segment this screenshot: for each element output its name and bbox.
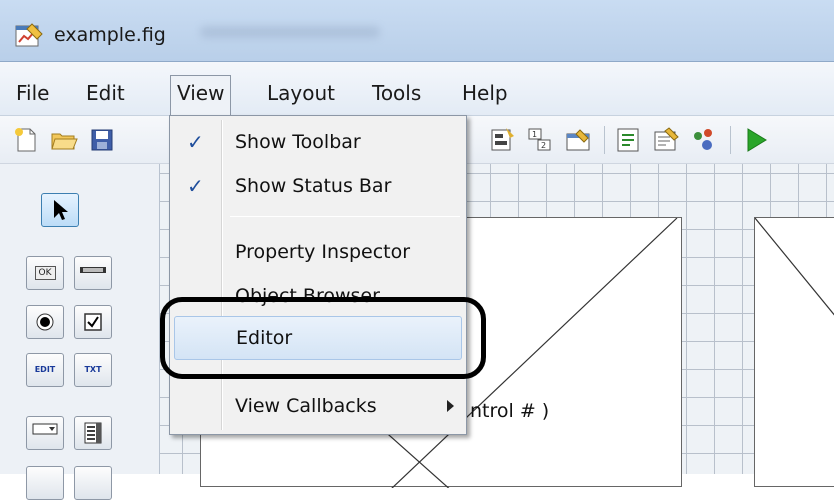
axes-tool[interactable] bbox=[74, 466, 112, 500]
popup-menu-icon bbox=[32, 423, 58, 435]
menu-help[interactable]: Help bbox=[456, 76, 514, 110]
open-folder-icon[interactable] bbox=[50, 126, 78, 154]
svg-text:2: 2 bbox=[541, 141, 546, 150]
menu-item-label: Property Inspector bbox=[235, 241, 411, 263]
save-icon[interactable] bbox=[88, 126, 116, 154]
window-title: example.fig bbox=[54, 24, 166, 46]
checkbox-icon bbox=[84, 313, 102, 331]
canvas-panel-right[interactable] bbox=[754, 217, 834, 487]
table-tool[interactable] bbox=[26, 466, 64, 500]
select-arrow-tool[interactable] bbox=[41, 193, 79, 227]
menu-item-show-toolbar[interactable]: ✓ Show Toolbar bbox=[174, 124, 462, 162]
edit-text-tool-label: EDIT bbox=[34, 365, 56, 374]
canvas-label-text: ntrol # ) bbox=[470, 400, 550, 422]
menu-item-property-inspector[interactable]: Property Inspector bbox=[174, 234, 462, 272]
slider-icon bbox=[80, 267, 106, 273]
annotation-highlight bbox=[160, 297, 486, 379]
figure-window-icon bbox=[15, 23, 43, 47]
new-file-icon[interactable] bbox=[12, 126, 40, 154]
menu-tools[interactable]: Tools bbox=[366, 76, 427, 110]
popup-menu-tool[interactable] bbox=[26, 416, 64, 450]
menu-view[interactable]: View bbox=[170, 75, 232, 116]
menu-item-show-status-bar[interactable]: ✓ Show Status Bar bbox=[174, 168, 462, 206]
menu-item-label: Show Status Bar bbox=[235, 175, 392, 197]
run-figure-icon[interactable] bbox=[742, 126, 770, 154]
radio-button-icon bbox=[36, 313, 54, 331]
toolbar-separator bbox=[604, 126, 605, 154]
static-text-tool[interactable]: TXT bbox=[74, 353, 112, 387]
push-button-tool-label: OK bbox=[34, 266, 56, 280]
check-icon: ✓ bbox=[187, 174, 204, 198]
edit-text-tool[interactable]: EDIT bbox=[26, 353, 64, 387]
menu-separator bbox=[230, 216, 460, 217]
toolbar-separator bbox=[730, 126, 731, 154]
select-arrow-icon bbox=[54, 200, 68, 220]
menu-item-label: View Callbacks bbox=[235, 395, 377, 417]
menu-bar: File Edit View Layout Tools Help bbox=[0, 62, 834, 116]
align-objects-icon[interactable] bbox=[488, 126, 516, 154]
push-button-tool[interactable]: OK bbox=[26, 256, 64, 290]
m-file-editor-icon[interactable] bbox=[614, 126, 642, 154]
listbox-tool[interactable] bbox=[74, 416, 112, 450]
menu-item-label: Show Toolbar bbox=[235, 131, 361, 153]
view-menu-dropdown: ✓ Show Toolbar ✓ Show Status Bar Propert… bbox=[169, 115, 467, 435]
menu-layout[interactable]: Layout bbox=[261, 76, 341, 110]
menu-file[interactable]: File bbox=[10, 76, 55, 110]
checkbox-tool[interactable] bbox=[74, 305, 112, 339]
menu-edit[interactable]: Edit bbox=[80, 76, 131, 110]
radio-button-tool[interactable] bbox=[26, 305, 64, 339]
title-bar: example.fig bbox=[0, 0, 834, 62]
static-text-tool-label: TXT bbox=[84, 365, 102, 374]
component-palette: OK EDIT TXT bbox=[0, 164, 160, 500]
svg-text:1: 1 bbox=[532, 130, 537, 139]
check-icon: ✓ bbox=[187, 130, 204, 154]
axes-placeholder-lines-right bbox=[755, 218, 834, 316]
blurred-title-text bbox=[200, 26, 380, 38]
menu-item-view-callbacks[interactable]: View Callbacks bbox=[174, 388, 462, 426]
menu-editor-icon[interactable] bbox=[564, 126, 592, 154]
listbox-icon bbox=[84, 422, 102, 444]
property-inspector-icon[interactable] bbox=[652, 126, 680, 154]
object-browser-icon[interactable] bbox=[690, 126, 718, 154]
tab-order-icon[interactable]: 12 bbox=[526, 126, 554, 154]
slider-tool[interactable] bbox=[74, 256, 112, 290]
submenu-arrow-icon bbox=[447, 400, 454, 412]
